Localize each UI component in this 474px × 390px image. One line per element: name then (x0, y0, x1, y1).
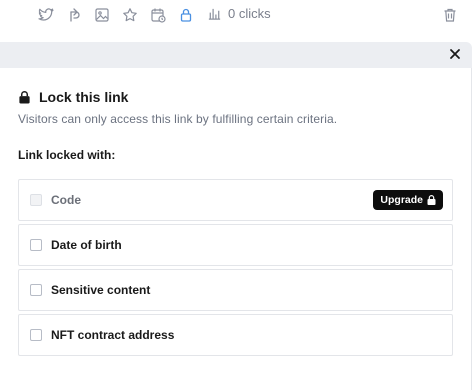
lock-icon (19, 91, 30, 104)
lock-icon (427, 195, 436, 205)
link-toolbar: 0 clicks (0, 0, 474, 36)
image-icon[interactable] (94, 7, 110, 23)
star-icon[interactable] (122, 7, 138, 23)
locked-with-label: Link locked with: (18, 148, 116, 162)
share-icon[interactable] (66, 7, 82, 23)
trash-icon[interactable] (442, 7, 458, 23)
lock-option-code[interactable]: Code Upgrade (18, 179, 453, 221)
schedule-icon[interactable] (150, 7, 166, 23)
lock-option-label: Sensitive content (51, 283, 151, 297)
lock-option-sensitive-content[interactable]: Sensitive content (18, 269, 453, 311)
clicks-counter[interactable]: 0 clicks (207, 6, 271, 21)
lock-icon[interactable] (178, 7, 194, 23)
upgrade-label: Upgrade (380, 194, 423, 206)
sensitive-content-checkbox[interactable] (30, 284, 42, 296)
close-icon[interactable] (448, 47, 462, 61)
lock-panel-header (0, 42, 472, 68)
code-checkbox[interactable] (30, 194, 42, 206)
lock-option-date-of-birth[interactable]: Date of birth (18, 224, 453, 266)
lock-option-label: Code (51, 193, 81, 207)
lock-panel-title: Lock this link (39, 89, 129, 105)
date-of-birth-checkbox[interactable] (30, 239, 42, 251)
clicks-label: 0 clicks (228, 6, 271, 21)
lock-panel-title-row: Lock this link (18, 89, 128, 105)
nft-contract-address-checkbox[interactable] (30, 329, 42, 341)
twitter-icon[interactable] (38, 7, 54, 23)
lock-option-nft-contract-address[interactable]: NFT contract address (18, 314, 453, 356)
lock-option-label: Date of birth (51, 238, 122, 252)
bar-chart-icon (208, 8, 221, 20)
lock-option-label: NFT contract address (51, 328, 175, 342)
lock-panel-description: Visitors can only access this link by fu… (18, 112, 338, 126)
upgrade-button[interactable]: Upgrade (373, 190, 443, 210)
